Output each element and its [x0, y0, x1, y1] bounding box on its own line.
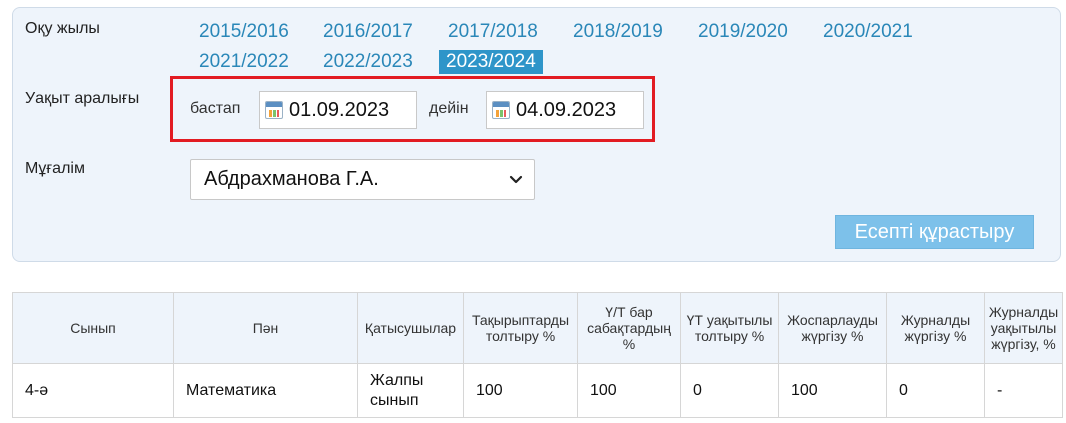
chevron-down-icon — [509, 175, 523, 184]
column-header: Қатысушылар — [357, 292, 464, 364]
table-row: 4-ә Математика Жалпы сынып 100 100 0 100… — [12, 363, 1063, 418]
column-header: Пән — [173, 292, 358, 364]
calendar-icon[interactable] — [265, 101, 283, 119]
build-report-button[interactable]: Есепті құрастыру — [835, 215, 1034, 249]
teacher-select[interactable]: Абдрахманова Г.А. — [190, 159, 535, 200]
calendar-icon[interactable] — [492, 101, 510, 119]
from-date-value: 01.09.2023 — [289, 98, 390, 121]
table-header-row: Сынып Пән Қатысушылар Тақырыптарды толты… — [12, 292, 1063, 364]
table-cell: 100 — [778, 363, 887, 418]
year-link-2020-2021[interactable]: 2020/2021 — [816, 20, 920, 44]
column-header: Жоспарлауды жүргізу % — [778, 292, 887, 364]
table-cell: 0 — [680, 363, 779, 418]
report-table: Сынып Пән Қатысушылар Тақырыптарды толты… — [12, 292, 1063, 418]
table-cell: 100 — [463, 363, 578, 418]
time-period-label: Уақыт аралығы — [25, 90, 140, 107]
table-cell: 100 — [577, 363, 681, 418]
column-header: Ү/Т бар сабақтардың % — [577, 292, 681, 364]
table-cell: 4-ә — [12, 363, 174, 418]
year-link-2021-2022[interactable]: 2021/2022 — [192, 50, 296, 74]
from-label: бастап — [190, 100, 241, 117]
year-link-2019-2020[interactable]: 2019/2020 — [691, 20, 795, 44]
to-date-value: 04.09.2023 — [516, 98, 617, 121]
column-header: Тақырыптарды толтыру % — [463, 292, 578, 364]
column-header: Сынып — [12, 292, 174, 364]
year-link-2017-2018[interactable]: 2017/2018 — [441, 20, 545, 44]
from-date-field[interactable]: 01.09.2023 — [259, 91, 417, 129]
teacher-select-value: Абдрахманова Г.А. — [204, 168, 379, 190]
to-label: дейін — [429, 100, 469, 117]
year-link-2022-2023[interactable]: 2022/2023 — [316, 50, 420, 74]
date-range-highlight: бастап 01.09.2023 дейін 04.09.2023 — [170, 76, 655, 142]
column-header: ҮТ уақытылы толтыру % — [680, 292, 779, 364]
year-link-2023-2024-active[interactable]: 2023/2024 — [439, 50, 543, 74]
column-header: Журналды уақытылы жүргізу, % — [984, 292, 1063, 364]
year-link-2016-2017[interactable]: 2016/2017 — [316, 20, 420, 44]
academic-year-label: Оқу жылы — [25, 20, 100, 37]
table-cell: 0 — [886, 363, 985, 418]
table-cell: Жалпы сынып — [357, 363, 464, 418]
teacher-label: Мұғалім — [25, 160, 85, 177]
year-link-2018-2019[interactable]: 2018/2019 — [566, 20, 670, 44]
to-date-field[interactable]: 04.09.2023 — [486, 91, 644, 129]
year-link-2015-2016[interactable]: 2015/2016 — [192, 20, 296, 44]
column-header: Журналды жүргізу % — [886, 292, 985, 364]
table-cell: - — [984, 363, 1063, 418]
table-cell: Математика — [173, 363, 358, 418]
